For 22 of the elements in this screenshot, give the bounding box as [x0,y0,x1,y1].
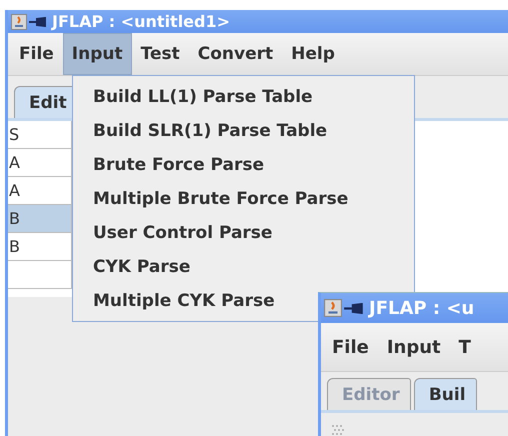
menu-item[interactable]: Input [378,323,450,371]
window-title: JFLAP : <untitled1> [52,12,230,31]
app-icon [324,299,342,317]
table-row[interactable]: B [8,205,72,233]
menu-item[interactable]: T [450,323,480,371]
menu-item[interactable]: Help [282,33,344,75]
menu-item[interactable]: Input [62,33,132,75]
menu-option[interactable]: Multiple Brute Force Parse [73,182,352,216]
menu-option[interactable]: CYK Parse [73,250,194,284]
pin-icon[interactable] [29,16,47,26]
menu-item[interactable]: Convert [188,33,282,75]
menu-item[interactable]: File [10,33,63,75]
menu-item[interactable]: Test [132,33,189,75]
menu-option[interactable]: Brute Force Parse [73,148,268,182]
tab[interactable]: Buil [414,378,477,410]
menu-option[interactable]: Multiple CYK Parse [73,284,279,318]
menu-option[interactable]: User Control Parse [73,216,276,250]
grip-icon [331,424,345,436]
pin-icon[interactable] [344,302,364,314]
window-title: JFLAP : <u [369,298,474,318]
menu-item[interactable]: File [323,323,378,371]
app-icon [11,14,27,30]
